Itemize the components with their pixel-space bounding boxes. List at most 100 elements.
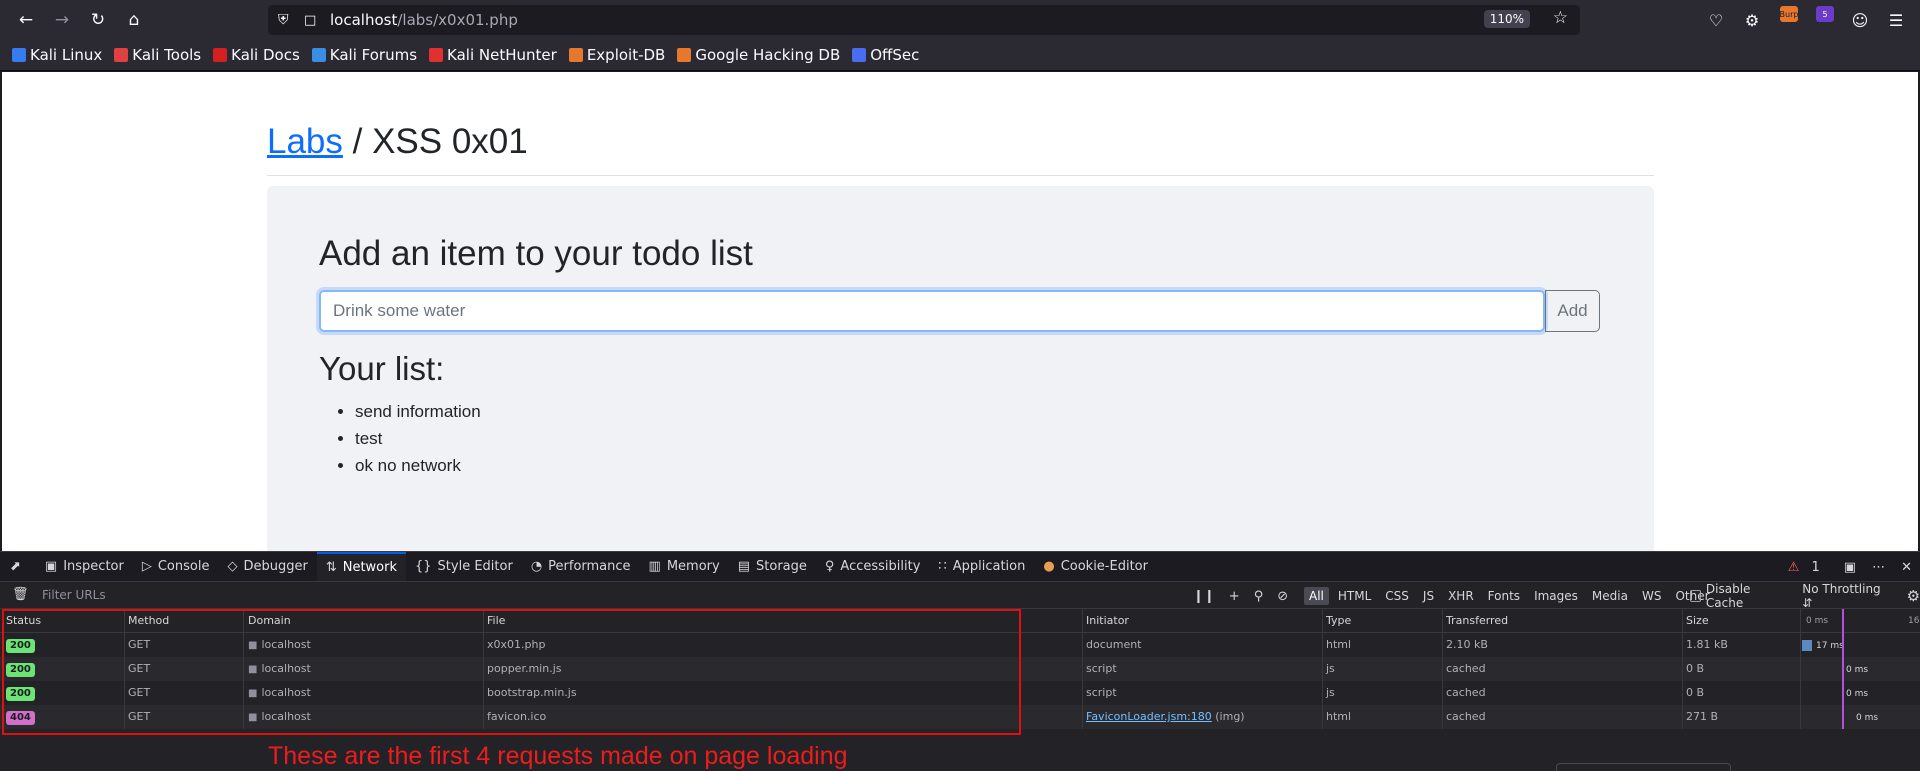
col-transferred[interactable]: Transferred xyxy=(1446,614,1508,627)
tab-network[interactable]: ⇅ Network xyxy=(316,551,406,582)
bookmark-favicon-icon xyxy=(12,48,26,62)
filter-html[interactable]: HTML xyxy=(1333,587,1376,605)
filter-xhr[interactable]: XHR xyxy=(1443,587,1479,605)
bookmark-label: Kali Docs xyxy=(231,46,300,64)
bookmark-favicon-icon xyxy=(429,48,444,62)
bookmark-favicon-icon xyxy=(311,48,326,62)
reload-icon[interactable]: ↻ xyxy=(80,0,116,40)
throttling-select[interactable]: No Throttling ⇵ xyxy=(1802,582,1884,610)
tab-style-editor[interactable]: {} Style Editor xyxy=(406,552,522,582)
timeline-tick: 0 ms xyxy=(1806,615,1829,626)
filter-js[interactable]: JS xyxy=(1418,587,1439,605)
filter-all[interactable]: All xyxy=(1304,587,1329,605)
todo-heading: Add an item to your todo list xyxy=(319,234,753,273)
tab-console[interactable]: ▷ Console xyxy=(133,552,219,582)
tab-label: Storage xyxy=(756,559,807,574)
list-item: ok no network xyxy=(355,452,481,479)
url-path: /labs/x0x01.php xyxy=(397,11,518,29)
bookmark-item[interactable]: Kali Tools xyxy=(114,46,201,64)
size-cell: 0 B xyxy=(1686,662,1705,675)
performance-icon: ◔ xyxy=(530,559,543,574)
tab-cookie-editor[interactable]: ● Cookie-Editor xyxy=(1034,552,1157,582)
col-type[interactable]: Type xyxy=(1326,614,1351,627)
extension-badge-icon[interactable]: 5 xyxy=(1806,0,1842,40)
annotation-text: These are the first 4 requests made on p… xyxy=(268,742,848,770)
bookmark-label: Kali Linux xyxy=(30,46,103,64)
error-count-badge[interactable]: ⚠ 1 xyxy=(1788,560,1828,575)
timeline-tick: 160 xyxy=(1908,615,1920,626)
burp-extension-icon[interactable]: Burp xyxy=(1770,0,1806,40)
todo-list: send information test ok no network xyxy=(355,398,481,479)
transferred-cell: 2.10 kB xyxy=(1446,638,1488,651)
bookmark-star-icon[interactable]: ☆ xyxy=(1553,8,1568,28)
close-devtools-icon[interactable]: ✕ xyxy=(1901,560,1912,575)
devtools-tabbar: ⬈ ▣ Inspector ▷ Console ◇ Debugger ⇅ Network {} S… xyxy=(0,551,1920,582)
bookmark-item[interactable]: Kali Forums xyxy=(311,46,417,64)
timing-cell: 0 ms xyxy=(1846,665,1869,675)
filter-media[interactable]: Media xyxy=(1587,587,1633,605)
tab-application[interactable]: ∷ Application xyxy=(929,552,1034,582)
bookmark-item[interactable]: Kali NetHunter xyxy=(429,46,557,64)
tab-memory[interactable]: ▥ Memory xyxy=(640,552,729,582)
bookmark-favicon-icon xyxy=(114,48,129,62)
labs-link[interactable]: Labs xyxy=(267,122,343,161)
account-icon[interactable]: ☺ xyxy=(1842,0,1878,40)
filter-urls-input[interactable]: Filter URLs xyxy=(42,588,106,602)
disable-cache-checkbox[interactable] xyxy=(1690,590,1701,602)
element-picker-icon[interactable]: ⬈ xyxy=(0,552,36,582)
bookmark-item[interactable]: Exploit-DB xyxy=(568,46,665,64)
tab-label: Inspector xyxy=(63,559,124,574)
initiator-cell: document xyxy=(1086,638,1142,651)
filter-css[interactable]: CSS xyxy=(1380,587,1414,605)
tab-inspector[interactable]: ▣ Inspector xyxy=(36,552,133,582)
settings-gear-icon[interactable]: ⚙ xyxy=(1907,587,1920,605)
tab-accessibility[interactable]: ♀ Accessibility xyxy=(816,552,930,582)
network-filter-bar: 🗑 Filter URLs ❙❙ + ⚲ ⊘ All HTML CSS JS XHR Fo… xyxy=(0,581,1920,610)
tab-label: Accessibility xyxy=(840,559,921,574)
col-initiator[interactable]: Initiator xyxy=(1086,614,1129,627)
bookmark-item[interactable]: OffSec xyxy=(852,46,919,64)
bookmark-item[interactable]: Kali Docs xyxy=(213,46,300,64)
search-icon[interactable]: ⚲ xyxy=(1254,589,1264,604)
block-icon[interactable]: ⊘ xyxy=(1277,589,1288,604)
tab-storage[interactable]: ▤ Storage xyxy=(729,552,816,582)
page-info-icon[interactable]: □ xyxy=(304,13,324,28)
storage-icon: ▤ xyxy=(737,559,751,574)
trash-icon[interactable]: 🗑 xyxy=(12,587,29,602)
todo-input[interactable]: Drink some water xyxy=(319,290,1545,332)
pocket-icon[interactable]: ♡ xyxy=(1698,0,1734,40)
pause-icon[interactable]: ❙❙ xyxy=(1193,589,1215,604)
url-bar[interactable]: ⛨ □ localhost/labs/x0x01.php 110% ☆ xyxy=(268,5,1580,35)
browser-toolbar: ← → ↻ ⌂ ⛨ □ localhost/labs/x0x01.php 110… xyxy=(0,0,1920,40)
more-options-icon[interactable]: ⋯ xyxy=(1872,560,1885,575)
tab-performance[interactable]: ◔ Performance xyxy=(522,552,640,582)
shield-icon[interactable]: ⛨ xyxy=(278,12,298,28)
filter-images[interactable]: Images xyxy=(1529,587,1583,605)
network-icon: ⇅ xyxy=(325,560,337,575)
memory-icon: ▥ xyxy=(648,559,661,574)
filter-fonts[interactable]: Fonts xyxy=(1483,587,1525,605)
filter-ws[interactable]: WS xyxy=(1637,587,1666,605)
initiator-link[interactable]: FaviconLoader.jsm:180 xyxy=(1086,710,1212,723)
col-size[interactable]: Size xyxy=(1686,614,1709,627)
add-button[interactable]: Add xyxy=(1545,290,1600,332)
extensions-icon[interactable]: ⚙ xyxy=(1734,0,1770,40)
type-cell: js xyxy=(1326,662,1335,675)
web-page: Labs / XSS 0x01 Add an item to your todo… xyxy=(2,72,1918,551)
tab-label: Debugger xyxy=(243,559,308,574)
tab-debugger[interactable]: ◇ Debugger xyxy=(218,552,316,582)
load-marker xyxy=(1842,609,1844,729)
dock-icon[interactable]: ▣ xyxy=(1844,560,1856,575)
back-arrow-icon[interactable]: ← xyxy=(8,0,44,40)
bookmark-item[interactable]: Kali Linux xyxy=(12,46,102,64)
type-cell: html xyxy=(1326,638,1352,651)
add-icon[interactable]: + xyxy=(1229,589,1240,604)
forward-arrow-icon[interactable]: → xyxy=(44,0,80,40)
list-item: send information xyxy=(355,398,481,425)
tab-label: Cookie-Editor xyxy=(1060,559,1148,574)
bookmark-item[interactable]: Google Hacking DB xyxy=(677,46,840,64)
zoom-indicator[interactable]: 110% xyxy=(1483,10,1530,28)
menu-icon[interactable]: ☰ xyxy=(1878,0,1914,40)
home-icon[interactable]: ⌂ xyxy=(116,0,152,40)
tab-label: Application xyxy=(952,559,1026,574)
